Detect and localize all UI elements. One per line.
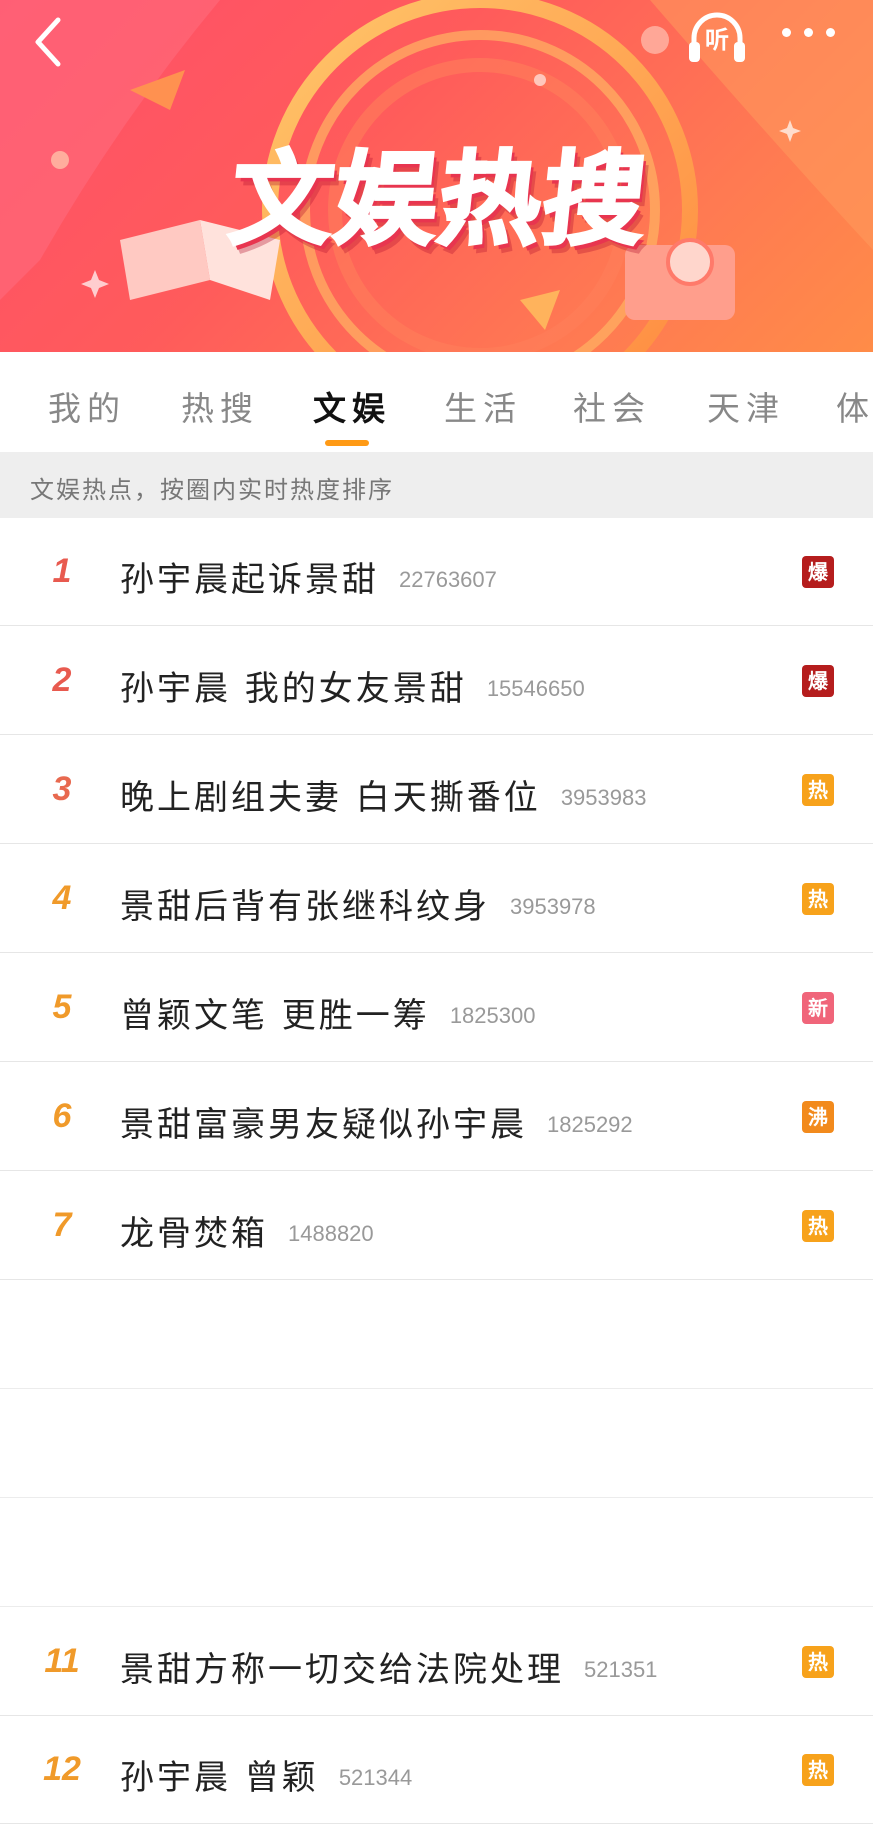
heat-count: 3953978: [510, 894, 596, 919]
tab-mine[interactable]: 我的: [48, 382, 126, 430]
chevron-left-icon: [35, 17, 61, 67]
listen-button[interactable]: 听: [684, 6, 750, 66]
list-item-blank: [0, 1390, 873, 1498]
list-item[interactable]: 4 景甜后背有张继科纹身 3953978 热: [0, 845, 873, 953]
status-badge: 热: [802, 774, 834, 806]
list-item[interactable]: 2 孙宇晨 我的女友景甜 15546650 爆: [0, 627, 873, 735]
topic-title: 孙宇晨 曾颖 521344: [120, 1750, 412, 1799]
topic-title: 龙骨焚箱 1488820: [120, 1206, 374, 1255]
status-badge: 沸: [802, 1101, 834, 1133]
rank-number: 1: [52, 552, 72, 590]
topic-text: 景甜富豪男友疑似孙宇晨: [120, 1105, 527, 1145]
topic-text: 孙宇晨 我的女友景甜: [120, 669, 467, 709]
topic-text: 孙宇晨起诉景甜: [120, 560, 379, 600]
topic-text: 龙骨焚箱: [120, 1214, 268, 1254]
tab-society[interactable]: 社会: [573, 382, 651, 430]
status-badge: 热: [802, 1754, 834, 1786]
list-item[interactable]: 1 孙宇晨起诉景甜 22763607 爆: [0, 518, 873, 626]
tab-entertainment[interactable]: 文娱: [313, 382, 391, 430]
more-dot-icon: [826, 28, 835, 37]
list-item-blank: [0, 1281, 873, 1389]
heat-count: 521351: [584, 1657, 658, 1682]
category-tabs: 我的 热搜 文娱 生活 社会 天津 体: [0, 352, 873, 452]
topic-text: 孙宇晨 曾颖: [120, 1758, 319, 1798]
rank-number: 12: [43, 1750, 81, 1788]
section-subtitle-bar: 文娱热点，按圈内实时热度排序: [0, 452, 873, 518]
tab-hot-search[interactable]: 热搜: [181, 382, 259, 430]
rank-number: 7: [52, 1206, 72, 1244]
heat-count: 1825292: [547, 1112, 633, 1137]
rank-number: 11: [44, 1642, 80, 1680]
heat-count: 15546650: [486, 676, 585, 701]
topic-title: 曾颖文笔 更胜一筹 1825300: [120, 988, 535, 1037]
status-badge: 爆: [802, 665, 834, 697]
heat-count: 521344: [338, 1765, 413, 1790]
list-item[interactable]: 3 晚上剧组夫妻 白天撕番位 3953983 热: [0, 736, 873, 844]
more-button[interactable]: [776, 18, 844, 48]
list-item[interactable]: 11 景甜方称一切交给法院处理 521351 热: [0, 1608, 873, 1716]
status-badge: 热: [802, 1646, 834, 1678]
topic-title: 景甜方称一切交给法院处理 521351: [120, 1642, 657, 1691]
heat-count: 1488820: [288, 1221, 374, 1246]
rank-number: 6: [52, 1097, 72, 1135]
rank-number: 2: [52, 661, 72, 699]
status-badge: 新: [802, 992, 834, 1024]
rank-number: 5: [52, 988, 72, 1026]
status-badge: 热: [802, 1210, 834, 1242]
tab-tianjin[interactable]: 天津: [707, 382, 785, 430]
tab-sports[interactable]: 体: [836, 382, 873, 430]
list-item[interactable]: 5 曾颖文笔 更胜一筹 1825300 新: [0, 954, 873, 1062]
topic-text: 景甜方称一切交给法院处理: [120, 1650, 564, 1690]
heat-count: 3953983: [560, 785, 647, 810]
more-dot-icon: [804, 28, 813, 37]
list-item-blank: [0, 1499, 873, 1607]
section-subtitle: 文娱热点，按圈内实时热度排序: [30, 476, 394, 504]
banner-title: 文娱热搜: [223, 140, 655, 262]
heat-count: 1825300: [449, 1003, 536, 1028]
topic-title: 景甜富豪男友疑似孙宇晨 1825292: [120, 1097, 633, 1146]
topic-text: 晚上剧组夫妻 白天撕番位: [120, 778, 541, 818]
back-button[interactable]: [22, 10, 82, 70]
status-badge: 爆: [802, 556, 834, 588]
list-item[interactable]: 6 景甜富豪男友疑似孙宇晨 1825292 沸: [0, 1063, 873, 1171]
topic-text: 景甜后背有张继科纹身: [120, 887, 490, 927]
topic-text: 曾颖文笔 更胜一筹: [120, 996, 430, 1036]
topic-title: 景甜后背有张继科纹身 3953978: [120, 879, 596, 928]
topic-title: 晚上剧组夫妻 白天撕番位 3953983: [120, 770, 646, 819]
tab-life[interactable]: 生活: [444, 382, 522, 430]
status-badge: 热: [802, 883, 834, 915]
list-item[interactable]: 7 龙骨焚箱 1488820 热: [0, 1172, 873, 1280]
more-dot-icon: [782, 28, 791, 37]
topic-title: 孙宇晨起诉景甜 22763607: [120, 552, 497, 601]
header-banner: 听 文娱热搜: [0, 0, 873, 352]
topic-title: 孙宇晨 我的女友景甜 15546650: [120, 661, 585, 710]
heat-count: 22763607: [399, 567, 497, 592]
list-item[interactable]: 12 孙宇晨 曾颖 521344 热: [0, 1716, 873, 1824]
rank-number: 4: [52, 879, 72, 917]
active-tab-indicator: [325, 440, 369, 446]
listen-label: 听: [705, 26, 729, 54]
rank-number: 3: [52, 770, 72, 808]
